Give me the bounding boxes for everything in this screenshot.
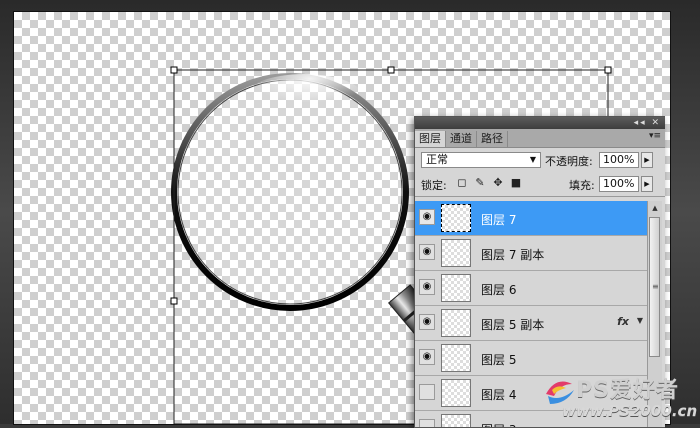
lock-label: 锁定: (421, 179, 447, 192)
opacity-label: 不透明度: (545, 155, 593, 168)
visibility-eye-icon[interactable]: ◉ (419, 209, 435, 225)
tab-paths[interactable]: 路径 (477, 131, 508, 147)
fill-label: 填充: (569, 179, 595, 192)
layer-thumbnail[interactable] (441, 379, 471, 407)
layer-thumbnail[interactable] (441, 344, 471, 372)
transform-handle (387, 66, 395, 74)
layer-row[interactable]: ◉ 图层 6 (415, 271, 647, 306)
lock-all-icon[interactable]: ■ (509, 176, 523, 190)
layer-name: 图层 5 副本 (481, 318, 545, 332)
layer-name: 图层 5 (481, 353, 517, 367)
layer-name: 图层 7 副本 (481, 248, 545, 262)
layer-name: 图层 7 (481, 213, 517, 227)
scroll-up-icon[interactable]: ▲ (649, 202, 661, 214)
panel-tabs: 图层 通道 路径 ▾≡ (415, 129, 665, 148)
lock-move-icon[interactable]: ✥ (491, 176, 505, 190)
tab-channels[interactable]: 通道 (446, 131, 477, 147)
opacity-stepper-arrow-icon[interactable]: ▶ (641, 152, 653, 168)
transform-handle (170, 297, 178, 305)
watermark: PS爱好者 www.PS2000.cn (540, 370, 700, 424)
layer-thumbnail[interactable] (441, 309, 471, 337)
transform-handle (170, 66, 178, 74)
visibility-eye-icon[interactable] (419, 419, 435, 427)
visibility-eye-icon[interactable]: ◉ (419, 279, 435, 295)
layer-name: 图层 4 (481, 388, 517, 402)
watermark-url: www.PS2000.cn (562, 402, 698, 420)
panel-menu-icon[interactable]: ▾≡ (649, 131, 661, 141)
layer-thumbnail[interactable] (441, 204, 471, 232)
layer-thumbnail[interactable] (441, 239, 471, 267)
lock-transparent-icon[interactable]: ◻ (455, 176, 469, 190)
layer-row[interactable]: ◉ 图层 5 副本 fx ▼ (415, 306, 647, 341)
visibility-eye-icon[interactable]: ◉ (419, 349, 435, 365)
layer-row[interactable]: ◉ 图层 7 副本 (415, 236, 647, 271)
expand-effects-icon[interactable]: ▼ (637, 316, 643, 325)
watermark-title: PS爱好者 (576, 378, 679, 403)
opacity-input[interactable]: 100% (599, 152, 639, 168)
layer-name: 图层 6 (481, 283, 517, 297)
lock-brush-icon[interactable]: ✎ (473, 176, 487, 190)
fill-stepper-arrow-icon[interactable]: ▶ (641, 176, 653, 192)
collapse-close-icon[interactable]: ◂◂ ✕ (634, 117, 661, 129)
layer-row[interactable]: ◉ 图层 7 (415, 201, 647, 236)
transform-handle (604, 66, 612, 74)
fill-input[interactable]: 100% (599, 176, 639, 192)
tab-layers[interactable]: 图层 (415, 131, 446, 147)
visibility-eye-icon[interactable]: ◉ (419, 314, 435, 330)
visibility-eye-icon[interactable]: ◉ (419, 244, 435, 260)
panel-titlebar[interactable]: ◂◂ ✕ (415, 117, 665, 129)
layer-thumbnail[interactable] (441, 274, 471, 302)
grip-icon: ≡ (652, 282, 659, 291)
blend-mode-select[interactable]: 正常 ▼ (421, 152, 541, 168)
layer-name: 图层 3 (481, 421, 516, 427)
layer-effects-icon[interactable]: fx (617, 315, 629, 328)
blend-mode-value: 正常 (426, 153, 448, 166)
layer-thumbnail[interactable] (441, 414, 471, 427)
chevron-down-icon: ▼ (529, 155, 536, 164)
scroll-thumb[interactable]: ≡ (649, 217, 660, 357)
visibility-eye-icon[interactable] (419, 384, 435, 400)
